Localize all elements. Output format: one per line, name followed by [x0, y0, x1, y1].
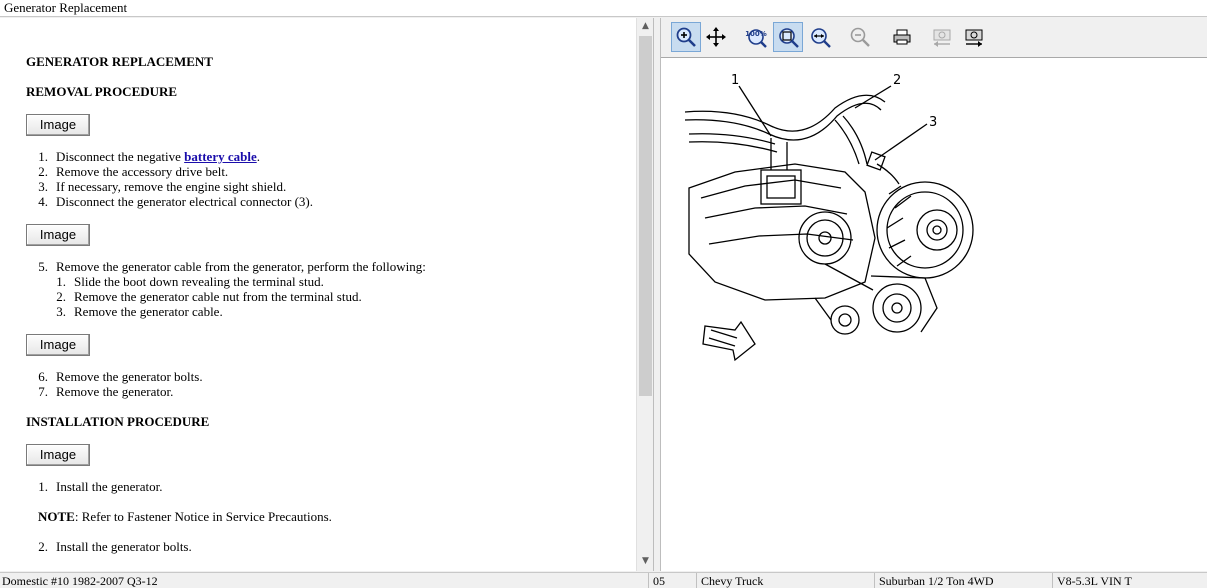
print-button[interactable]: [887, 22, 917, 52]
next-image-icon: [965, 29, 983, 47]
scroll-down-icon[interactable]: ▼: [637, 553, 653, 570]
zoom-in-button[interactable]: [671, 22, 701, 52]
image-button-3[interactable]: Image: [26, 334, 90, 356]
print-icon: [893, 29, 911, 45]
scroll-thumb[interactable]: [639, 36, 652, 396]
image-button-1[interactable]: Image: [26, 114, 90, 136]
status-database: Domestic #10 1982-2007 Q3-12: [2, 574, 158, 588]
document-pane[interactable]: GENERATOR REPLACEMENT REMOVAL PROCEDURE …: [0, 18, 654, 571]
zoom-fit-icon: [779, 28, 799, 48]
next-image-button[interactable]: [959, 22, 989, 52]
zoom-width-button[interactable]: [805, 22, 835, 52]
callout-2: 2: [893, 73, 901, 88]
scroll-up-icon[interactable]: ▲: [637, 18, 653, 35]
image-button-4[interactable]: Image: [26, 444, 90, 466]
page-title: GENERATOR REPLACEMENT: [26, 54, 213, 69]
pan-icon: [706, 27, 726, 47]
installation-heading: INSTALLATION PROCEDURE: [26, 414, 210, 429]
status-engine: V8-5.3L VIN T: [1052, 573, 1207, 588]
previous-image-icon: [933, 29, 951, 47]
image-button-2[interactable]: Image: [26, 224, 90, 246]
zoom-width-icon: [811, 28, 831, 48]
status-bar: Domestic #10 1982-2007 Q3-12 05 Chevy Tr…: [0, 572, 1207, 588]
status-year: 05: [648, 573, 696, 588]
pan-button[interactable]: [701, 22, 731, 52]
window-title: Generator Replacement: [0, 0, 1207, 17]
zoom-out-icon: [850, 27, 870, 47]
zoom-100-icon: 100%: [745, 29, 767, 48]
removal-heading: REMOVAL PROCEDURE: [26, 84, 178, 99]
status-model: Suburban 1/2 Ton 4WD: [874, 573, 1052, 588]
image-viewer-pane: 100% 1 2 3: [660, 18, 1207, 571]
status-make: Chevy Truck: [696, 573, 874, 588]
zoom-100-button[interactable]: 100%: [741, 22, 771, 52]
battery-cable-link[interactable]: battery cable: [184, 149, 257, 164]
callout-1: 1: [731, 73, 739, 88]
zoom-in-icon: [676, 27, 696, 47]
document-scrollbar[interactable]: ▲ ▼: [636, 18, 653, 571]
note-text: NOTE: Refer to Fastener Notice in Servic…: [38, 509, 332, 524]
previous-image-button[interactable]: [927, 22, 957, 52]
engine-generator-illustration: 1 2 3: [684, 73, 974, 362]
image-toolbar: 100%: [661, 18, 1207, 58]
zoom-fit-button[interactable]: [773, 22, 803, 52]
zoom-out-button[interactable]: [845, 22, 875, 52]
document-content: GENERATOR REPLACEMENT REMOVAL PROCEDURE …: [26, 54, 426, 554]
svg-text:100%: 100%: [745, 30, 767, 38]
callout-3: 3: [929, 115, 937, 130]
